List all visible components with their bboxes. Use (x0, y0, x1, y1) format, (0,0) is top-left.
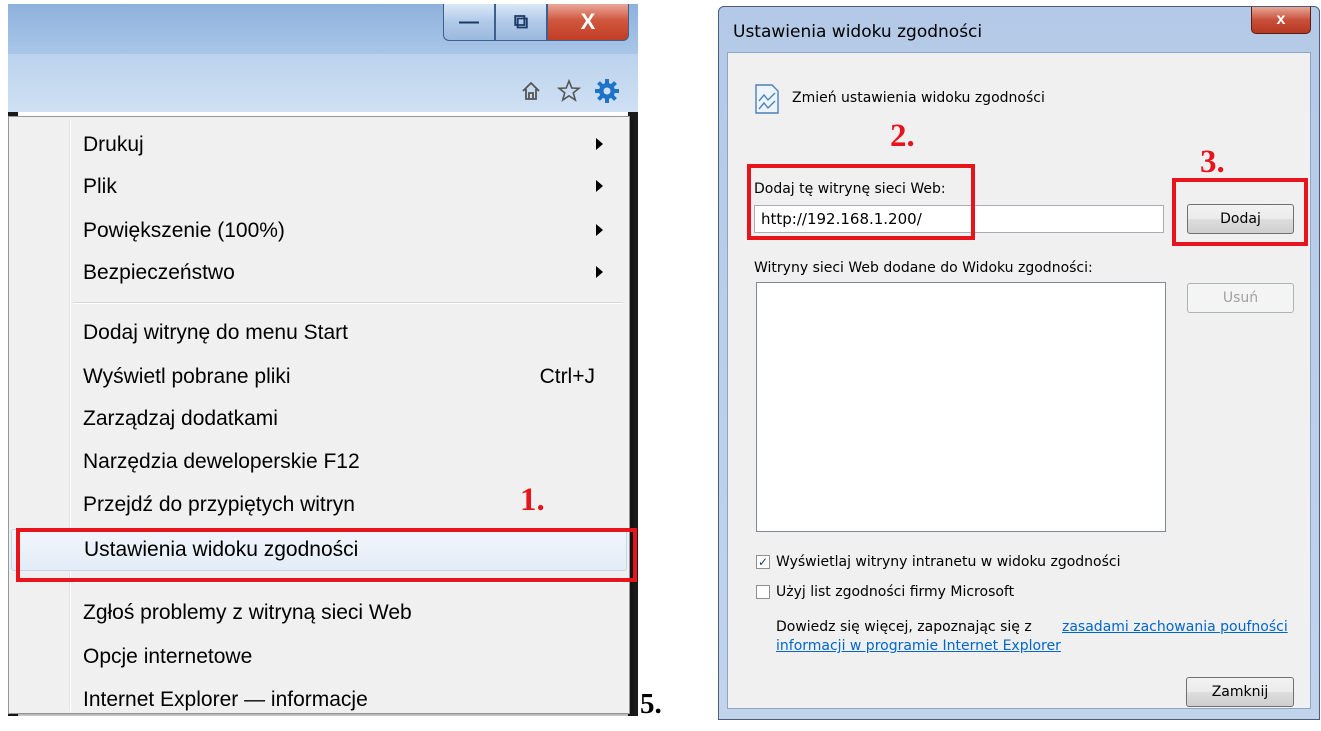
submenu-arrow-icon (596, 266, 603, 278)
window-buttons: — ⧉ X (443, 4, 629, 41)
menu-item-informacje[interactable]: Internet Explorer — informacje (11, 680, 625, 716)
submenu-arrow-icon (596, 224, 603, 236)
menu-item-dodaj-do-start[interactable]: Dodaj witrynę do menu Start (11, 313, 625, 353)
menu-item-pobrane-pliki[interactable]: Wyświetl pobrane pliki Ctrl+J (11, 357, 625, 397)
star-icon[interactable] (556, 78, 582, 104)
site-list-label: Witryny sieci Web dodane do Widoku zgodn… (754, 260, 1093, 276)
compat-view-icon (754, 83, 780, 120)
remove-button[interactable]: Usuń (1187, 283, 1294, 313)
microsoft-list-checkbox[interactable] (756, 585, 770, 599)
maximize-button[interactable]: ⧉ (495, 4, 547, 41)
menu-item-label: Wyświetl pobrane pliki (83, 365, 291, 388)
menu-item-drukuj[interactable]: Drukuj (11, 125, 625, 165)
menu-item-label: Przejdź do przypiętych witryn (83, 493, 355, 516)
menu-item-plik[interactable]: Plik (11, 167, 625, 207)
menu-item-label: Internet Explorer — informacje (83, 688, 368, 711)
step2-highlight-box (747, 164, 975, 240)
menu-item-bezpieczenstwo[interactable]: Bezpieczeństwo (11, 253, 625, 293)
ie-tools-menu-screenshot: — ⧉ X Drukuj Plik Powiększenie (100%) Be… (8, 4, 638, 716)
home-icon[interactable] (518, 78, 544, 104)
menu-item-zglos-problemy[interactable]: Zgłoś problemy z witryną sieci Web (11, 593, 625, 633)
privacy-link-line2[interactable]: informacji w programie Internet Explorer (776, 638, 1061, 654)
menu-item-label: Zarządzaj dodatkami (83, 407, 278, 430)
ie-window-chrome: — ⧉ X (8, 4, 638, 112)
menu-item-shortcut: Ctrl+J (539, 365, 595, 388)
menu-item-label: Opcje internetowe (83, 645, 253, 668)
step5-label: 5. (640, 688, 662, 720)
menu-item-label: Powiększenie (100%) (83, 219, 285, 242)
minimize-button[interactable]: — (443, 4, 495, 41)
menu-item-label: Plik (83, 175, 117, 198)
step3-label: 3. (1200, 144, 1225, 180)
menu-item-label: Drukuj (83, 133, 144, 156)
submenu-arrow-icon (596, 180, 603, 192)
close-dialog-button[interactable]: Zamknij (1186, 677, 1294, 707)
intranet-checkbox[interactable]: ✓ (756, 555, 770, 569)
ie-toolbar-icons (518, 78, 620, 104)
step2-label: 2. (890, 118, 915, 154)
tools-menu: Drukuj Plik Powiększenie (100%) Bezpiecz… (8, 116, 630, 714)
intranet-checkbox-label: Wyświetlaj witryny intranetu w widoku zg… (776, 554, 1121, 570)
step1-highlight-box (16, 528, 637, 582)
menu-item-dodatki[interactable]: Zarządzaj dodatkami (11, 399, 625, 439)
dialog-close-button[interactable]: x (1251, 7, 1311, 34)
compatibility-view-dialog: Ustawienia widoku zgodności x Zmień usta… (718, 6, 1320, 720)
menu-item-label: Bezpieczeństwo (83, 261, 235, 284)
menu-item-narzedzia-dev[interactable]: Narzędzia deweloperskie F12 (11, 442, 625, 482)
menu-item-label: Narzędzia deweloperskie F12 (83, 450, 360, 473)
gear-icon[interactable] (594, 78, 620, 104)
info-text: Dowiedz się więcej, zapoznając się z (776, 619, 1032, 635)
dialog-heading: Zmień ustawienia widoku zgodności (792, 90, 1045, 106)
step1-label: 1. (520, 482, 545, 518)
site-list[interactable] (756, 282, 1166, 532)
submenu-arrow-icon (596, 138, 603, 150)
step3-highlight-box (1172, 178, 1308, 246)
dialog-title: Ustawienia widoku zgodności (733, 22, 983, 42)
menu-item-label: Zgłoś problemy z witryną sieci Web (83, 601, 412, 624)
menu-item-label: Dodaj witrynę do menu Start (83, 321, 348, 344)
menu-item-powiekszenie[interactable]: Powiększenie (100%) (11, 211, 625, 251)
menu-separator (73, 302, 623, 304)
menu-item-opcje-internetowe[interactable]: Opcje internetowe (11, 637, 625, 677)
privacy-link-line1[interactable]: zasadami zachowania poufności (1062, 619, 1288, 635)
close-button[interactable]: X (547, 4, 629, 41)
microsoft-list-checkbox-label: Użyj list zgodności firmy Microsoft (776, 584, 1015, 600)
